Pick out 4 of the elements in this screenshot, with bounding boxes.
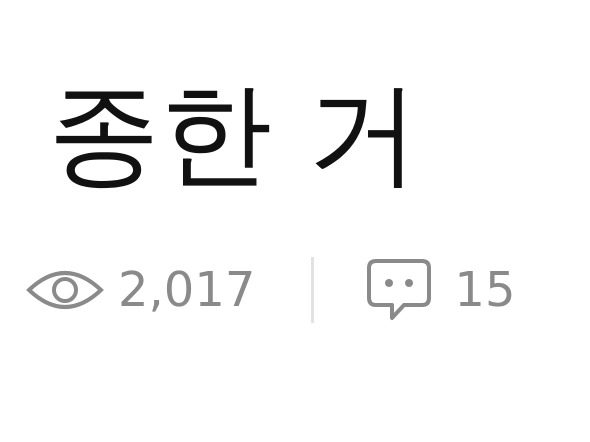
comment-count: 15 xyxy=(454,266,516,314)
view-count: 2,017 xyxy=(118,266,256,314)
comment-icon xyxy=(366,258,432,322)
post-title: 종한 거 xyxy=(48,78,421,190)
